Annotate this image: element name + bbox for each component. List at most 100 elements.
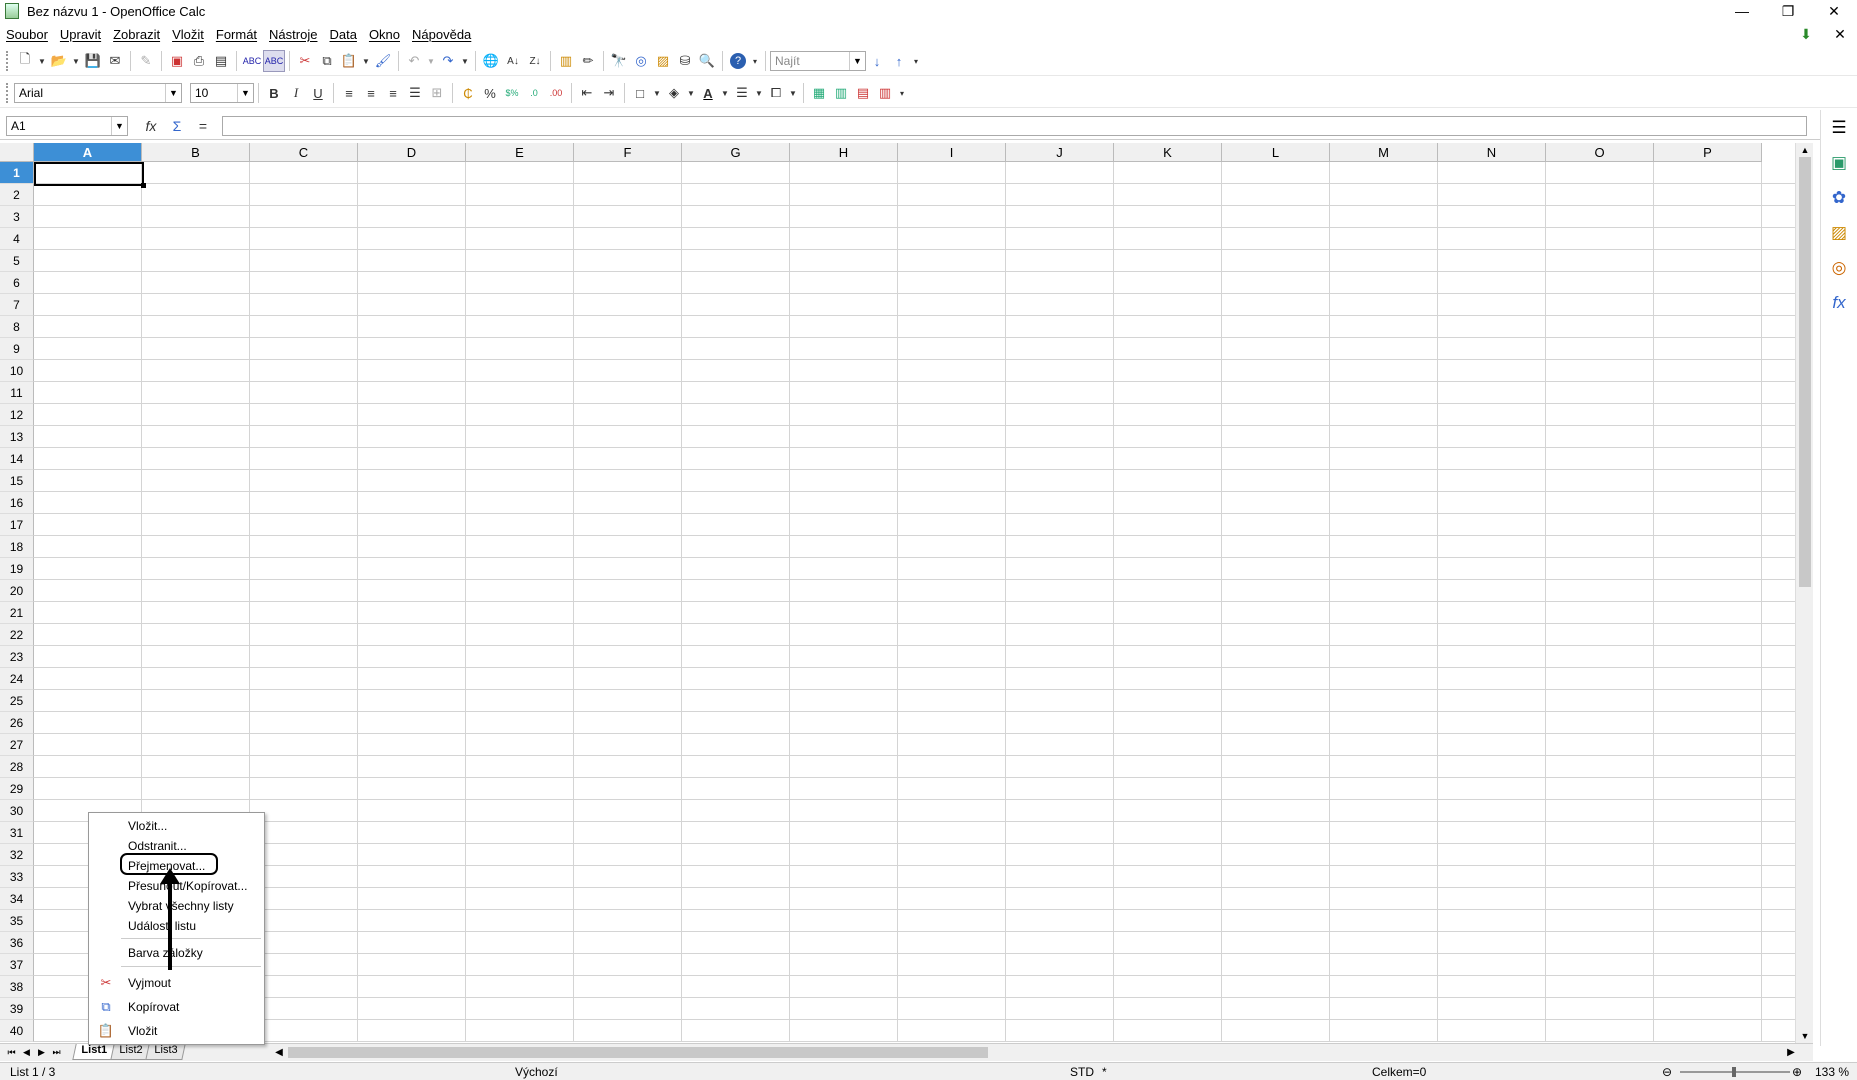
column-header-k[interactable]: K <box>1114 143 1222 162</box>
properties-icon[interactable]: ▣ <box>1825 149 1853 177</box>
new-dropdown-icon[interactable]: ▼ <box>36 50 48 72</box>
styles-icon[interactable]: ✿ <box>1825 184 1853 212</box>
row-header-9[interactable]: 9 <box>0 338 34 360</box>
close-button[interactable]: ✕ <box>1811 0 1857 22</box>
remove-decimal-icon[interactable]: .00 <box>545 82 567 104</box>
menu-format[interactable]: Formát <box>210 27 263 42</box>
chevron-down-icon[interactable]: ▼ <box>165 84 181 102</box>
row-cells[interactable] <box>34 712 1795 734</box>
row-header-18[interactable]: 18 <box>0 536 34 558</box>
row-cells[interactable] <box>34 932 1795 954</box>
row-cells[interactable] <box>34 250 1795 272</box>
row-header-24[interactable]: 24 <box>0 668 34 690</box>
row-cells[interactable] <box>34 690 1795 712</box>
paste-icon[interactable]: 📋 <box>338 50 360 72</box>
row-header-10[interactable]: 10 <box>0 360 34 382</box>
row-cells[interactable] <box>34 184 1795 206</box>
clone-format-icon[interactable]: 🖌 <box>372 50 394 72</box>
row-cells[interactable] <box>34 162 1795 184</box>
row-cells[interactable] <box>34 998 1795 1020</box>
menu-item-copy[interactable]: ⧉ Kopírovat <box>89 997 264 1017</box>
row-header-16[interactable]: 16 <box>0 492 34 514</box>
zoom-icon[interactable]: 🔍 <box>696 50 718 72</box>
row-cells[interactable] <box>34 492 1795 514</box>
row-cells[interactable] <box>34 778 1795 800</box>
row-cells[interactable] <box>34 316 1795 338</box>
column-header-e[interactable]: E <box>466 143 574 162</box>
undo-icon[interactable]: ↶ <box>403 50 425 72</box>
row-header-28[interactable]: 28 <box>0 756 34 778</box>
menu-item-insert-sheet[interactable]: Vložit... <box>89 816 264 836</box>
scroll-down-icon[interactable]: ▼ <box>1796 1029 1814 1043</box>
row-cells[interactable] <box>34 228 1795 250</box>
row-header-1[interactable]: 1 <box>0 162 34 184</box>
row-header-35[interactable]: 35 <box>0 910 34 932</box>
currency-icon[interactable]: ₵ <box>457 82 479 104</box>
vertical-scroll-thumb[interactable] <box>1799 157 1811 587</box>
row-header-4[interactable]: 4 <box>0 228 34 250</box>
row-header-15[interactable]: 15 <box>0 470 34 492</box>
row-cells[interactable] <box>34 822 1795 844</box>
row-cells[interactable] <box>34 382 1795 404</box>
increase-indent-icon[interactable]: ⇥ <box>598 82 620 104</box>
sheet-tab-list1[interactable]: List1 <box>72 1044 116 1060</box>
column-header-c[interactable]: C <box>250 143 358 162</box>
row-cells[interactable] <box>34 404 1795 426</box>
menu-item-paste[interactable]: 📋 Vložit <box>89 1021 264 1041</box>
restore-button[interactable]: ❐ <box>1765 0 1811 22</box>
row-header-20[interactable]: 20 <box>0 580 34 602</box>
row-cells[interactable] <box>34 272 1795 294</box>
row-header-21[interactable]: 21 <box>0 602 34 624</box>
copy-icon[interactable]: ⧉ <box>316 50 338 72</box>
export-pdf-icon[interactable]: ▣ <box>166 50 188 72</box>
borders-icon[interactable]: □ <box>629 82 651 104</box>
edit-file-icon[interactable]: ✎ <box>135 50 157 72</box>
navigator-icon[interactable]: ◎ <box>1825 254 1853 282</box>
menu-upravit[interactable]: Upravit <box>54 27 107 42</box>
menu-vlozit[interactable]: Vložit <box>166 27 210 42</box>
row-header-11[interactable]: 11 <box>0 382 34 404</box>
row-header-27[interactable]: 27 <box>0 734 34 756</box>
undo-dropdown-icon[interactable]: ▼ <box>425 50 437 72</box>
row-cells[interactable] <box>34 1020 1795 1042</box>
row-header-13[interactable]: 13 <box>0 426 34 448</box>
toolbar-overflow-icon[interactable]: ▾ <box>749 50 761 72</box>
toolbar-grip[interactable] <box>6 51 10 71</box>
row-cells[interactable] <box>34 580 1795 602</box>
help-icon[interactable]: ? <box>730 53 746 69</box>
toolbar-overflow-icon[interactable]: ▾ <box>910 50 922 72</box>
column-header-n[interactable]: N <box>1438 143 1546 162</box>
insert-columns-icon[interactable]: ▥ <box>830 82 852 104</box>
selection-mode[interactable]: STD <box>1070 1065 1094 1079</box>
scroll-left-icon[interactable]: ◀ <box>272 1045 286 1060</box>
spreadsheet-grid[interactable]: ABCDEFGHIJKLMNOP 1 2 3 4 5 6 7 8 9 10 11 12 13 14 15 16… <box>0 143 1795 1043</box>
row-header-39[interactable]: 39 <box>0 998 34 1020</box>
column-header-p[interactable]: P <box>1654 143 1762 162</box>
row-header-33[interactable]: 33 <box>0 866 34 888</box>
align-center-icon[interactable]: ≡ <box>360 82 382 104</box>
chevron-down-icon[interactable]: ▼ <box>849 52 865 70</box>
merge-cells-icon[interactable]: ⊞ <box>426 82 448 104</box>
row-header-14[interactable]: 14 <box>0 448 34 470</box>
page-preview-icon[interactable]: ▤ <box>210 50 232 72</box>
row-cells[interactable] <box>34 910 1795 932</box>
menu-napoveda[interactable]: Nápověda <box>406 27 477 42</box>
menu-item-select-all-sheets[interactable]: Vybrat všechny listy <box>89 896 264 916</box>
horizontal-scroll-thumb[interactable] <box>288 1047 988 1058</box>
row-cells[interactable] <box>34 470 1795 492</box>
row-header-37[interactable]: 37 <box>0 954 34 976</box>
last-sheet-icon[interactable]: ⏭ <box>49 1045 64 1060</box>
column-header-l[interactable]: L <box>1222 143 1330 162</box>
select-all-corner[interactable] <box>0 143 34 162</box>
row-header-12[interactable]: 12 <box>0 404 34 426</box>
row-cells[interactable] <box>34 976 1795 998</box>
row-cells[interactable] <box>34 558 1795 580</box>
function-wizard-icon[interactable]: fx <box>140 116 162 136</box>
datasources-icon[interactable]: ⛁ <box>674 50 696 72</box>
menu-nastroje[interactable]: Nástroje <box>263 27 323 42</box>
function-icon[interactable]: = <box>192 116 214 136</box>
menu-item-cut[interactable]: ✂ Vyjmout <box>89 973 264 993</box>
row-cells[interactable] <box>34 294 1795 316</box>
line-style-icon[interactable]: ☰ <box>731 82 753 104</box>
page-style[interactable]: Výchozí <box>515 1065 558 1079</box>
